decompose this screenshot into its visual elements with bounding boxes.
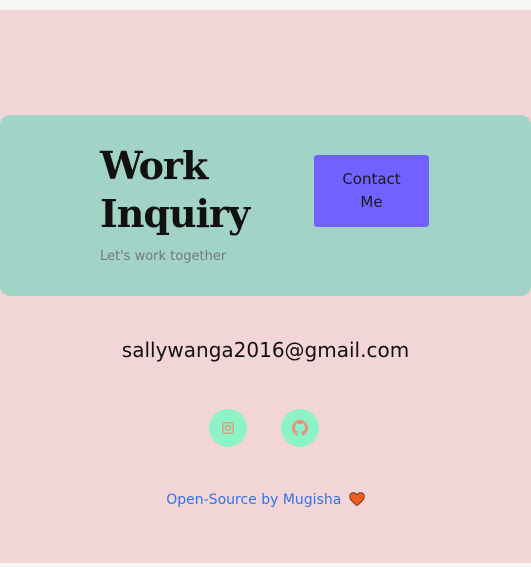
instagram-icon [222, 422, 234, 434]
footer: Open-Source by Mugisha [0, 492, 531, 508]
bottom-strip [0, 563, 531, 567]
page-title: Work Inquiry [100, 142, 290, 238]
top-strip [0, 0, 531, 10]
github-icon [292, 420, 308, 436]
title-line-1: Work [100, 143, 208, 188]
contact-me-button[interactable]: Contact Me [314, 155, 429, 227]
github-link[interactable] [281, 409, 319, 447]
credit-link[interactable]: Open-Source by Mugisha [166, 492, 341, 508]
heart-icon [349, 492, 365, 506]
email-link[interactable]: sallywanga2016@gmail.com [0, 338, 531, 362]
title-line-2: Inquiry [100, 191, 250, 236]
instagram-link[interactable] [209, 409, 247, 447]
subtitle: Let's work together [100, 249, 227, 264]
